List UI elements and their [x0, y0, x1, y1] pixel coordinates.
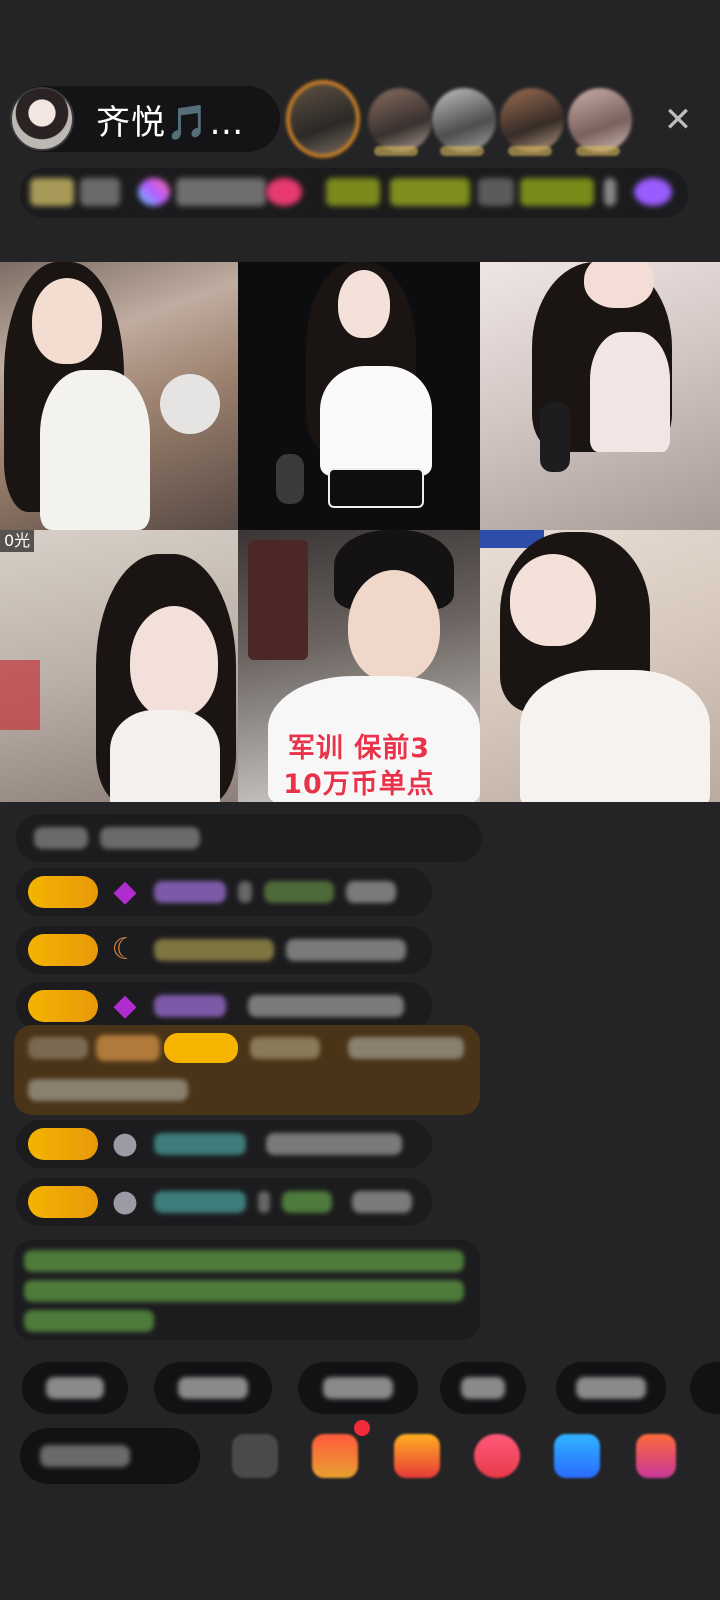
top-viewer-avatar-3[interactable]	[432, 88, 496, 152]
level-badge	[28, 990, 98, 1022]
top-viewer-avatar-1[interactable]	[286, 80, 360, 158]
level-badge	[28, 1186, 98, 1218]
tag-3	[478, 178, 514, 206]
microphone	[276, 454, 304, 504]
avatar-icon: ●	[111, 1126, 139, 1161]
figure-face	[32, 278, 102, 364]
avatar-icon: ●	[111, 1184, 139, 1219]
chat-highlight-message[interactable]	[14, 1025, 480, 1115]
figure-body	[590, 332, 670, 452]
figure-face	[338, 270, 390, 338]
fan-decoration	[160, 374, 220, 434]
chat-message[interactable]: ◆	[16, 982, 432, 1030]
top-viewer-avatar-5[interactable]	[568, 88, 632, 152]
tag-4	[520, 178, 594, 206]
viewer-badge	[508, 146, 552, 156]
level-badge	[28, 876, 98, 908]
more-icon[interactable]	[636, 1434, 676, 1478]
video-cell-2[interactable]	[238, 262, 480, 530]
level-badge	[164, 1033, 238, 1063]
microphone	[540, 402, 570, 472]
gift-box-icon[interactable]	[312, 1434, 358, 1478]
hot-value	[176, 178, 266, 206]
chat-system-message	[16, 814, 482, 862]
quick-reply-button-5[interactable]	[556, 1362, 666, 1414]
level-badge	[28, 934, 98, 966]
hot-icon	[138, 178, 170, 206]
figure-face	[348, 570, 440, 682]
tag-2	[390, 178, 470, 206]
chat-username[interactable]	[154, 1133, 246, 1155]
emoji-icon[interactable]	[232, 1434, 278, 1478]
video-cell-1[interactable]	[0, 262, 238, 530]
heart-icon[interactable]	[474, 1434, 520, 1478]
figure-body	[40, 370, 150, 530]
notification-dot	[354, 1420, 370, 1436]
video-cell-5[interactable]: 军训 保前3 10万币单点	[238, 530, 480, 802]
chat-room-notice	[14, 1240, 480, 1340]
overlay-text-line1: 军训 保前3	[287, 733, 431, 764]
quick-reply-button-4[interactable]	[440, 1362, 526, 1414]
badge-icon	[634, 178, 672, 206]
tag-separator	[604, 178, 616, 206]
video-cell-4[interactable]: 0光	[0, 530, 238, 802]
chat-username[interactable]	[154, 881, 226, 903]
purple-gem-icon: ◆	[113, 874, 137, 909]
host-avatar[interactable]	[10, 87, 74, 151]
video-cell-6[interactable]	[480, 530, 720, 802]
chat-username[interactable]	[154, 1191, 246, 1213]
figure-top	[320, 366, 432, 476]
figure-face	[584, 262, 654, 308]
gift-icon[interactable]	[394, 1434, 440, 1478]
video-cell-3[interactable]	[480, 262, 720, 530]
chat-message[interactable]: ◆	[16, 868, 432, 916]
chat-username[interactable]	[154, 995, 226, 1017]
top-viewer-avatar-4[interactable]	[500, 88, 564, 152]
figure-dress	[520, 670, 710, 802]
level-badge	[28, 1128, 98, 1160]
quick-reply-button-1[interactable]	[22, 1362, 128, 1414]
quick-reply-button-2[interactable]	[154, 1362, 272, 1414]
chat-message[interactable]: ●	[16, 1120, 432, 1168]
cell-tag: 0光	[0, 530, 35, 552]
top-viewer-avatar-2[interactable]	[368, 88, 432, 152]
quick-reply-button-6[interactable]	[690, 1362, 720, 1414]
background-poster	[0, 660, 40, 730]
quick-reply-button-3[interactable]	[298, 1362, 418, 1414]
background-shelf	[248, 540, 308, 660]
viewer-badge	[440, 146, 484, 156]
moon-icon: ☾	[111, 932, 139, 967]
tag-1	[326, 178, 380, 206]
comment-input[interactable]	[20, 1428, 200, 1484]
figure-face	[130, 606, 218, 718]
rank-badge	[30, 178, 74, 206]
chat-message[interactable]: ●	[16, 1178, 432, 1226]
chat-message[interactable]: ☾	[16, 926, 432, 974]
viewer-badge	[576, 146, 620, 156]
purple-gem-icon: ◆	[113, 988, 137, 1023]
rank-text	[80, 178, 120, 206]
viewer-badge	[374, 146, 418, 156]
follow-icon[interactable]	[266, 178, 302, 206]
multi-guest-video-grid: 0光 军训 保前3 10万币单点	[0, 262, 720, 802]
host-info-pill[interactable]: 齐悦🎵爱...	[10, 86, 280, 152]
share-icon[interactable]	[554, 1434, 600, 1478]
figure-shorts	[328, 468, 424, 508]
figure-body	[110, 710, 220, 802]
host-name: 齐悦🎵爱...	[96, 102, 276, 143]
close-icon[interactable]: ✕	[658, 100, 698, 140]
chat-username[interactable]	[154, 939, 274, 961]
overlay-text-line2: 10万币单点	[283, 769, 435, 800]
figure-face	[510, 554, 596, 646]
